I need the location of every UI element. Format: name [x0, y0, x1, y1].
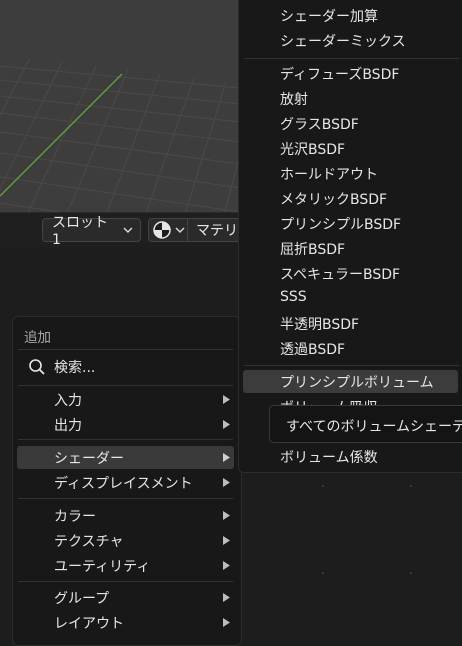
- submenu-item-metallic-bsdf[interactable]: メタリックBSDF: [280, 189, 387, 209]
- submenu-arrow-icon: [223, 478, 230, 487]
- submenu-item-glass-bsdf[interactable]: グラスBSDF: [280, 114, 359, 134]
- menu-item-texture[interactable]: テクスチャ: [17, 529, 234, 552]
- submenu-item-transparent-bsdf[interactable]: 透過BSDF: [280, 339, 345, 359]
- menu-item-group[interactable]: グループ: [17, 586, 234, 609]
- submenu-arrow-icon: [223, 536, 230, 545]
- separator: [18, 581, 233, 582]
- submenu-item-principled-volume[interactable]: プリンシプルボリューム: [280, 372, 434, 392]
- search-label: 検索...: [54, 360, 96, 376]
- background-dot: [322, 485, 324, 487]
- submenu-item-volume-absorption[interactable]: ボリューム吸収: [280, 397, 378, 405]
- submenu-arrow-icon: [223, 453, 230, 462]
- submenu-item-add-shader[interactable]: シェーダー加算: [280, 6, 378, 26]
- tooltip: すべてのボリュームシェーディング: [269, 405, 462, 443]
- submenu-item-volume-coefficients[interactable]: ボリューム係数: [280, 447, 378, 467]
- menu-item-utility[interactable]: ユーティリティ: [17, 554, 234, 577]
- menu-item-color[interactable]: カラー: [17, 504, 234, 527]
- submenu-arrow-icon: [223, 593, 230, 602]
- menu-item-label: 出力: [54, 417, 82, 434]
- separator: [18, 349, 233, 350]
- slot-dropdown[interactable]: スロット1: [42, 215, 141, 248]
- background-dot: [322, 572, 324, 574]
- background-dot: [410, 572, 412, 574]
- menu-item-input[interactable]: 入力: [17, 388, 234, 411]
- material-sphere-icon: [153, 221, 171, 239]
- background-dot: [410, 485, 412, 487]
- submenu-item-emission[interactable]: 放射: [280, 89, 308, 109]
- menu-item-output[interactable]: 出力: [17, 413, 234, 436]
- search-icon: [29, 359, 45, 375]
- menu-item-label: レイアウト: [54, 615, 124, 632]
- menu-item-label: シェーダー: [54, 450, 124, 467]
- 3d-viewport[interactable]: [0, 0, 240, 213]
- menu-item-label: カラー: [54, 508, 96, 525]
- slot-label: スロット1: [52, 215, 108, 248]
- menu-title: 追加: [24, 330, 51, 346]
- submenu-item-refraction-bsdf[interactable]: 屈折BSDF: [280, 239, 345, 259]
- submenu-arrow-icon: [223, 395, 230, 404]
- submenu-arrow-icon: [223, 511, 230, 520]
- submenu-item-mix-shader[interactable]: シェーダーミックス: [280, 31, 406, 51]
- y-axis-line: [0, 73, 123, 197]
- search-field[interactable]: 検索...: [20, 354, 233, 380]
- separator: [18, 385, 233, 386]
- submenu-item-translucent-bsdf[interactable]: 半透明BSDF: [280, 314, 359, 334]
- submenu-item-sss[interactable]: SSS: [280, 289, 307, 305]
- submenu-arrow-icon: [223, 561, 230, 570]
- submenu-item-specular-bsdf[interactable]: スペキュラーBSDF: [280, 264, 400, 284]
- menu-item-shader[interactable]: シェーダー: [17, 446, 234, 469]
- separator: [18, 439, 233, 440]
- chevron-down-icon: [123, 227, 133, 234]
- separator: [244, 365, 459, 366]
- menu-item-label: 入力: [54, 392, 82, 409]
- menu-item-label: グループ: [54, 590, 110, 607]
- tooltip-text: すべてのボリュームシェーディング: [286, 419, 462, 435]
- menu-item-label: テクスチャ: [54, 533, 124, 550]
- grid-floor: [0, 57, 240, 212]
- menu-item-displacement[interactable]: ディスプレイスメント: [17, 471, 234, 494]
- chevron-down-icon: [175, 227, 185, 234]
- submenu-item-glossy-bsdf[interactable]: 光沢BSDF: [280, 139, 345, 159]
- menu-item-label: ユーティリティ: [54, 558, 151, 575]
- material-preview-button[interactable]: [148, 218, 188, 242]
- material-label: マテリ: [196, 223, 238, 239]
- separator: [244, 58, 459, 59]
- submenu-item-diffuse-bsdf[interactable]: ディフューズBSDF: [280, 64, 399, 84]
- submenu-item-principled-bsdf[interactable]: プリンシプルBSDF: [280, 214, 401, 234]
- add-menu: 追加 検索... 入力 出力 シェーダー ディスプレイスメント カラー テクスチ…: [12, 316, 242, 646]
- submenu-item-holdout[interactable]: ホールドアウト: [280, 164, 378, 184]
- shader-submenu: シェーダー加算 シェーダーミックス ディフューズBSDF 放射 グラスBSDF …: [238, 0, 462, 473]
- submenu-arrow-icon: [223, 618, 230, 627]
- menu-item-label: ディスプレイスメント: [54, 475, 193, 492]
- submenu-arrow-icon: [223, 420, 230, 429]
- separator: [18, 498, 233, 499]
